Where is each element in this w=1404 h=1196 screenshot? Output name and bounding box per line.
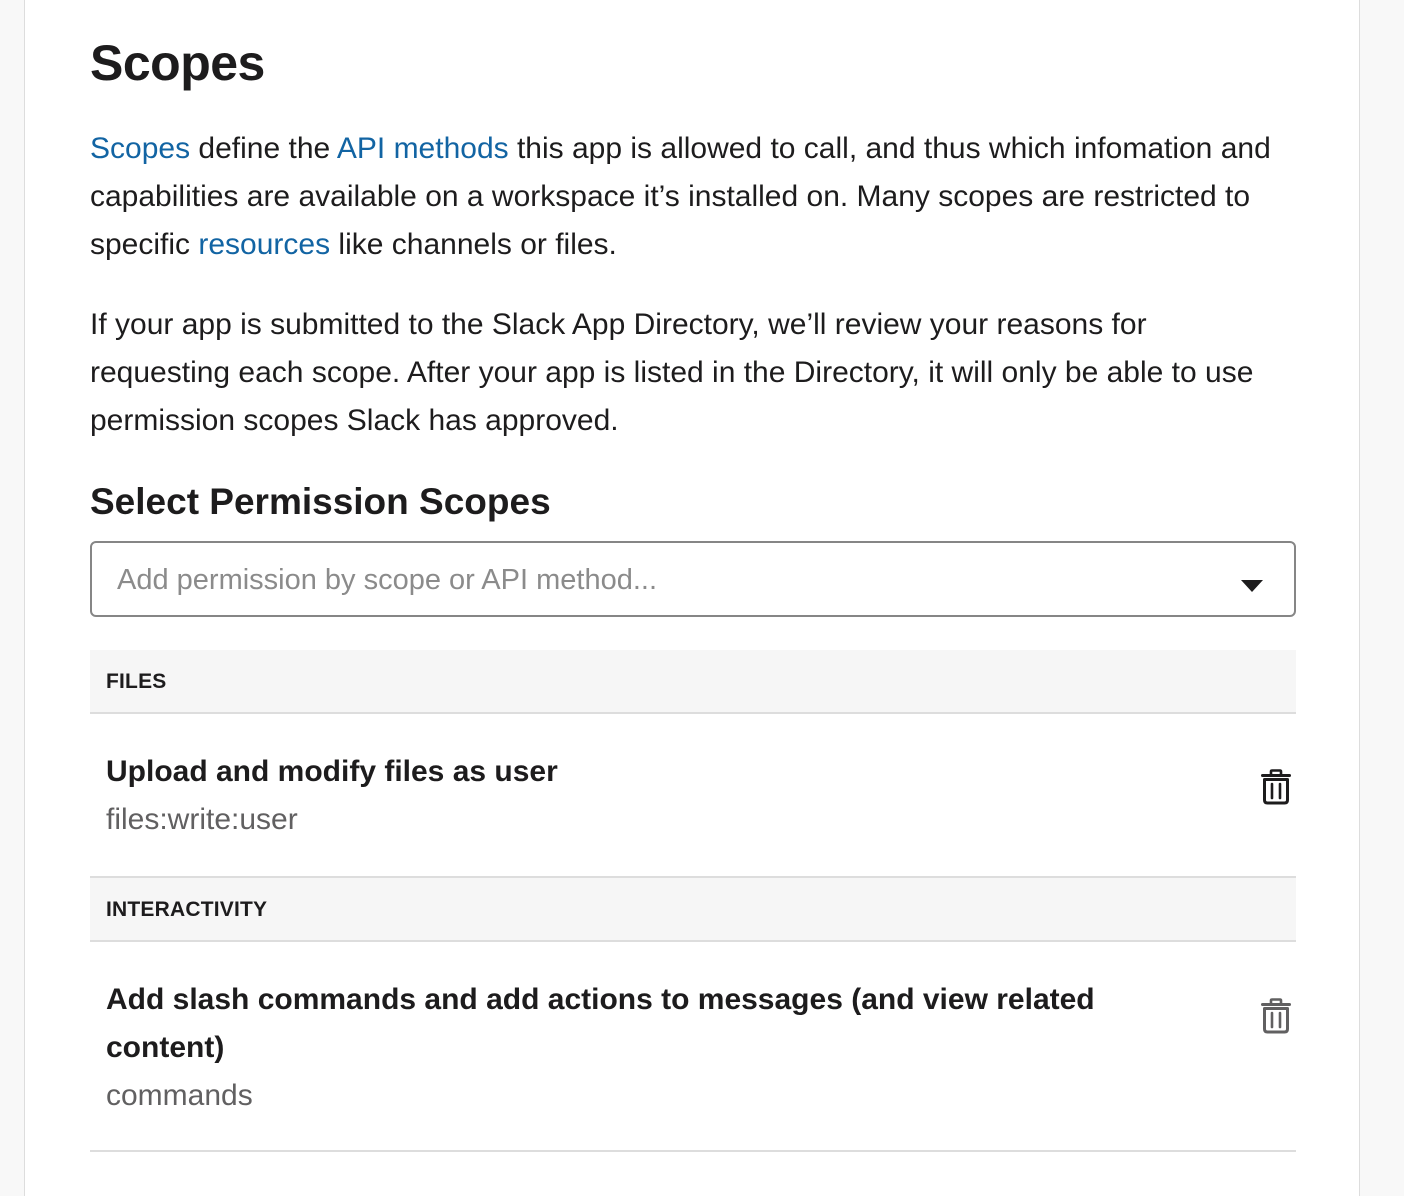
scope-row-commands: Add slash commands and add actions to me… [90, 942, 1296, 1152]
add-permission-placeholder: Add permission by scope or API method... [117, 564, 657, 596]
scopes-card: Scopes Scopes define the API methods thi… [24, 0, 1360, 1196]
resources-link[interactable]: resources [198, 228, 330, 261]
scopes-link[interactable]: Scopes [90, 132, 190, 165]
scope-name: commands [106, 1079, 253, 1112]
permission-scopes-heading: Select Permission Scopes [90, 481, 551, 522]
review-note: If your app is submitted to the Slack Ap… [90, 308, 1254, 437]
trash-icon[interactable] [1260, 998, 1292, 1034]
scope-group-label: INTERACTIVITY [106, 898, 268, 921]
scope-title: Upload and modify files as user [106, 755, 558, 788]
chevron-down-icon [1241, 580, 1263, 592]
scopes-intro: Scopes define the API methods this app i… [90, 125, 1290, 269]
trash-icon[interactable] [1260, 769, 1292, 805]
scope-group-header-interactivity: INTERACTIVITY [90, 878, 1296, 942]
page-title: Scopes [90, 35, 265, 91]
api-methods-link[interactable]: API methods [337, 132, 509, 165]
scope-row-files-write-user: Upload and modify files as user files:wr… [90, 714, 1296, 878]
intro-text-3: like channels or files. [330, 228, 617, 261]
intro-text-1: define the [190, 132, 337, 165]
scope-name: files:write:user [106, 803, 298, 836]
scope-group-header-files: FILES [90, 650, 1296, 714]
add-permission-select[interactable]: Add permission by scope or API method... [90, 541, 1296, 617]
scope-group-label: FILES [106, 670, 167, 693]
scope-title: Add slash commands and add actions to me… [106, 983, 1095, 1064]
scope-list: FILES Upload and modify files as user fi… [90, 650, 1296, 1152]
